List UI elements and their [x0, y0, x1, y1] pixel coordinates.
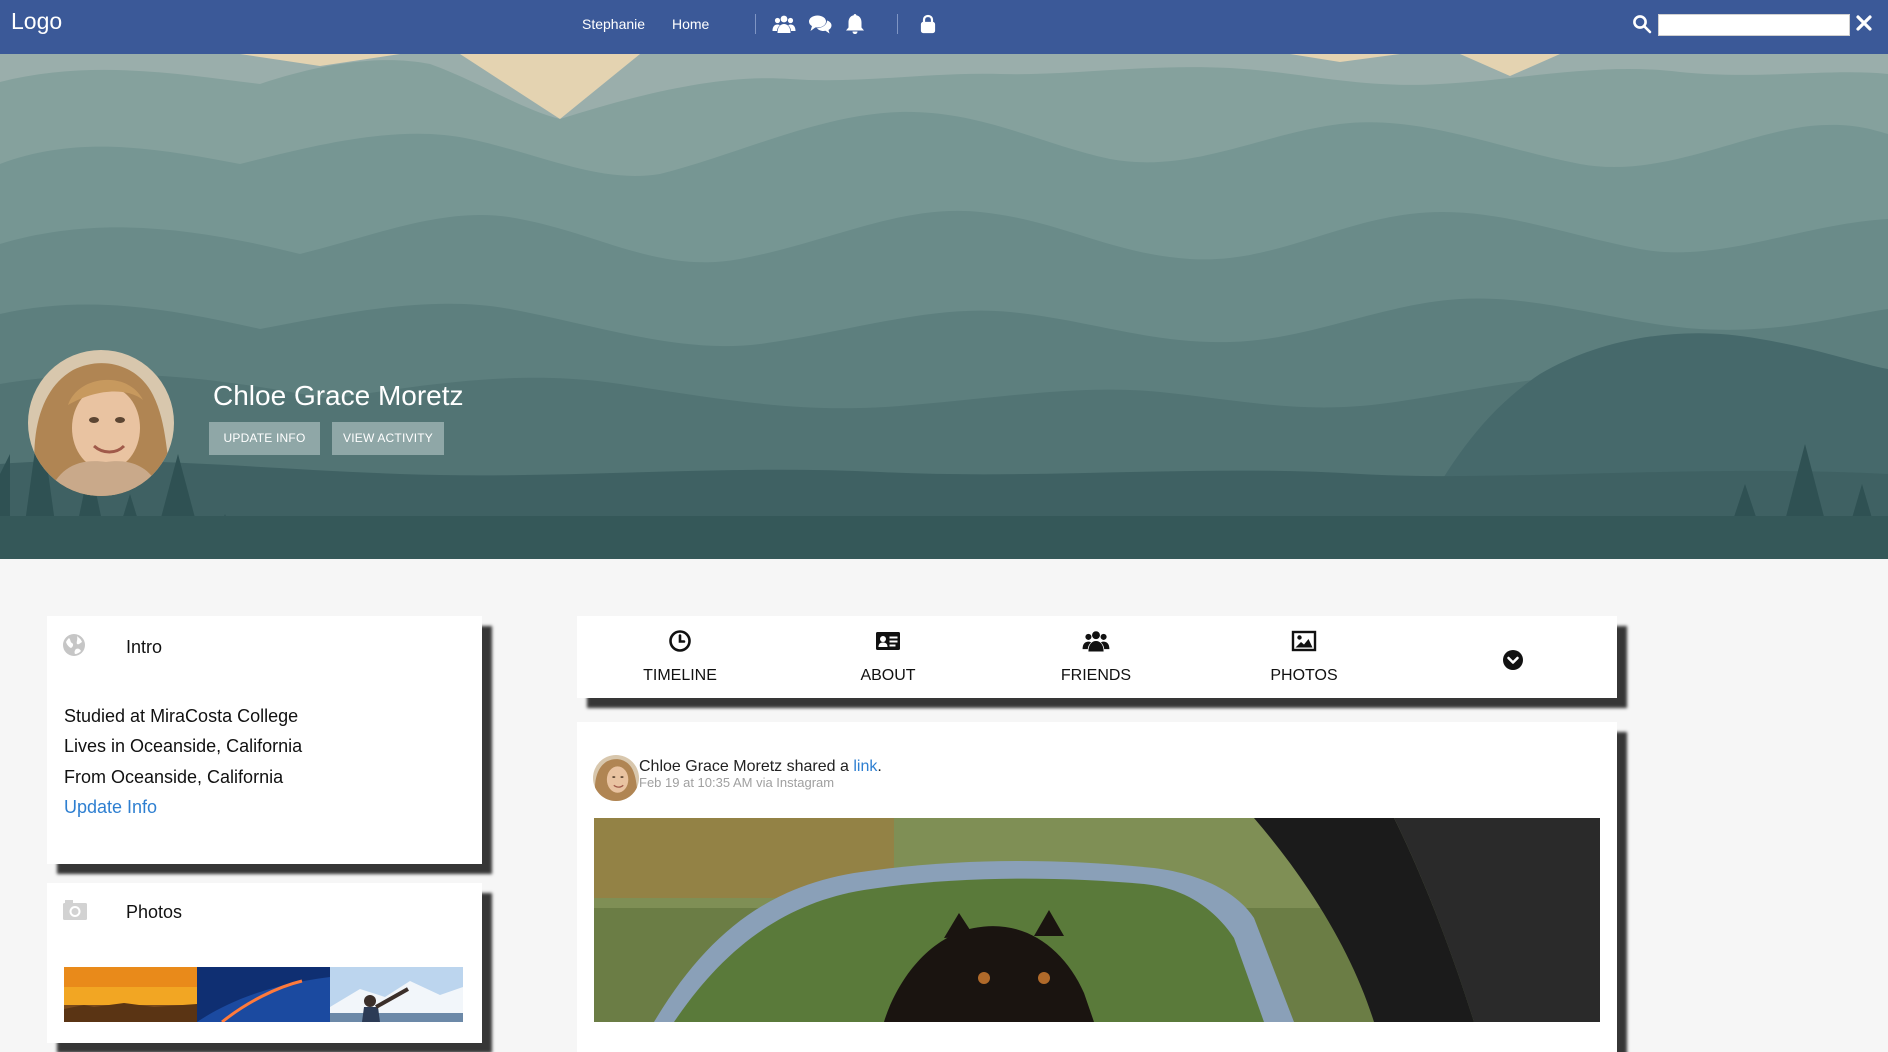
chat-icon[interactable]	[808, 12, 832, 36]
lock-icon[interactable]	[916, 12, 940, 36]
photo-thumbnail[interactable]	[330, 967, 463, 1022]
intro-current-city: Lives in Oceanside, California	[64, 736, 303, 756]
update-info-link[interactable]: Update Info	[64, 797, 157, 818]
photo-thumbnail[interactable]	[64, 967, 197, 1022]
friend-requests-icon[interactable]	[772, 12, 796, 36]
post-image[interactable]	[594, 818, 1600, 1022]
nav-link-profile[interactable]: Stephanie	[582, 16, 645, 32]
top-navigation-bar: Logo Stephanie Home	[0, 0, 1888, 54]
nav-link-home[interactable]: Home	[672, 16, 709, 32]
mountain-landscape-image	[0, 54, 1888, 559]
post-author-name[interactable]: Chloe Grace Moretz	[639, 758, 782, 775]
post-author-avatar[interactable]	[593, 755, 639, 801]
id-card-icon	[874, 627, 902, 655]
photos-title: Photos	[126, 902, 183, 922]
post-shared-link[interactable]: link	[853, 758, 877, 775]
cover-photo: Chloe Grace Moretz UPDATE INFO VIEW ACTI…	[0, 54, 1888, 559]
intro-hometown: From Oceanside, California	[64, 767, 284, 787]
search-input[interactable]	[1658, 14, 1850, 36]
search-icon[interactable]	[1632, 14, 1652, 34]
globe-icon	[62, 633, 86, 657]
bell-icon[interactable]	[843, 12, 867, 36]
image-icon	[1290, 627, 1318, 655]
nav-divider	[755, 14, 756, 34]
intro-title: Intro	[126, 637, 163, 657]
post-timestamp[interactable]: Feb 19 at 10:35 AM via Instagram	[639, 775, 834, 790]
update-info-button[interactable]: UPDATE INFO	[209, 422, 320, 455]
tab-label: FRIENDS	[1060, 667, 1132, 684]
clock-icon	[666, 627, 694, 655]
tab-label: TIMELINE	[643, 667, 717, 684]
tab-label: ABOUT	[860, 667, 916, 684]
tab-photos[interactable]: PHOTOS	[1224, 623, 1384, 703]
photo-thumbnail[interactable]	[197, 967, 330, 1022]
close-icon[interactable]	[1855, 13, 1873, 33]
users-icon	[1082, 627, 1110, 655]
tab-about[interactable]: ABOUT	[808, 623, 968, 703]
logo[interactable]: Logo	[11, 8, 62, 35]
profile-avatar[interactable]	[28, 350, 174, 496]
camera-icon	[62, 898, 87, 922]
post-header: Chloe Grace Moretz shared a link.	[639, 758, 882, 776]
chevron-down-circle-icon[interactable]	[1502, 649, 1524, 671]
post-period: .	[877, 758, 882, 775]
intro-education: Studied at MiraCosta College	[64, 706, 299, 726]
tab-friends[interactable]: FRIENDS	[1016, 623, 1176, 703]
tab-label: PHOTOS	[1270, 667, 1338, 684]
tab-timeline[interactable]: TIMELINE	[600, 623, 760, 703]
view-activity-button[interactable]: VIEW ACTIVITY	[332, 422, 444, 455]
nav-divider	[897, 14, 898, 34]
post-action-text: shared a	[782, 758, 854, 775]
profile-name: Chloe Grace Moretz	[213, 380, 464, 411]
